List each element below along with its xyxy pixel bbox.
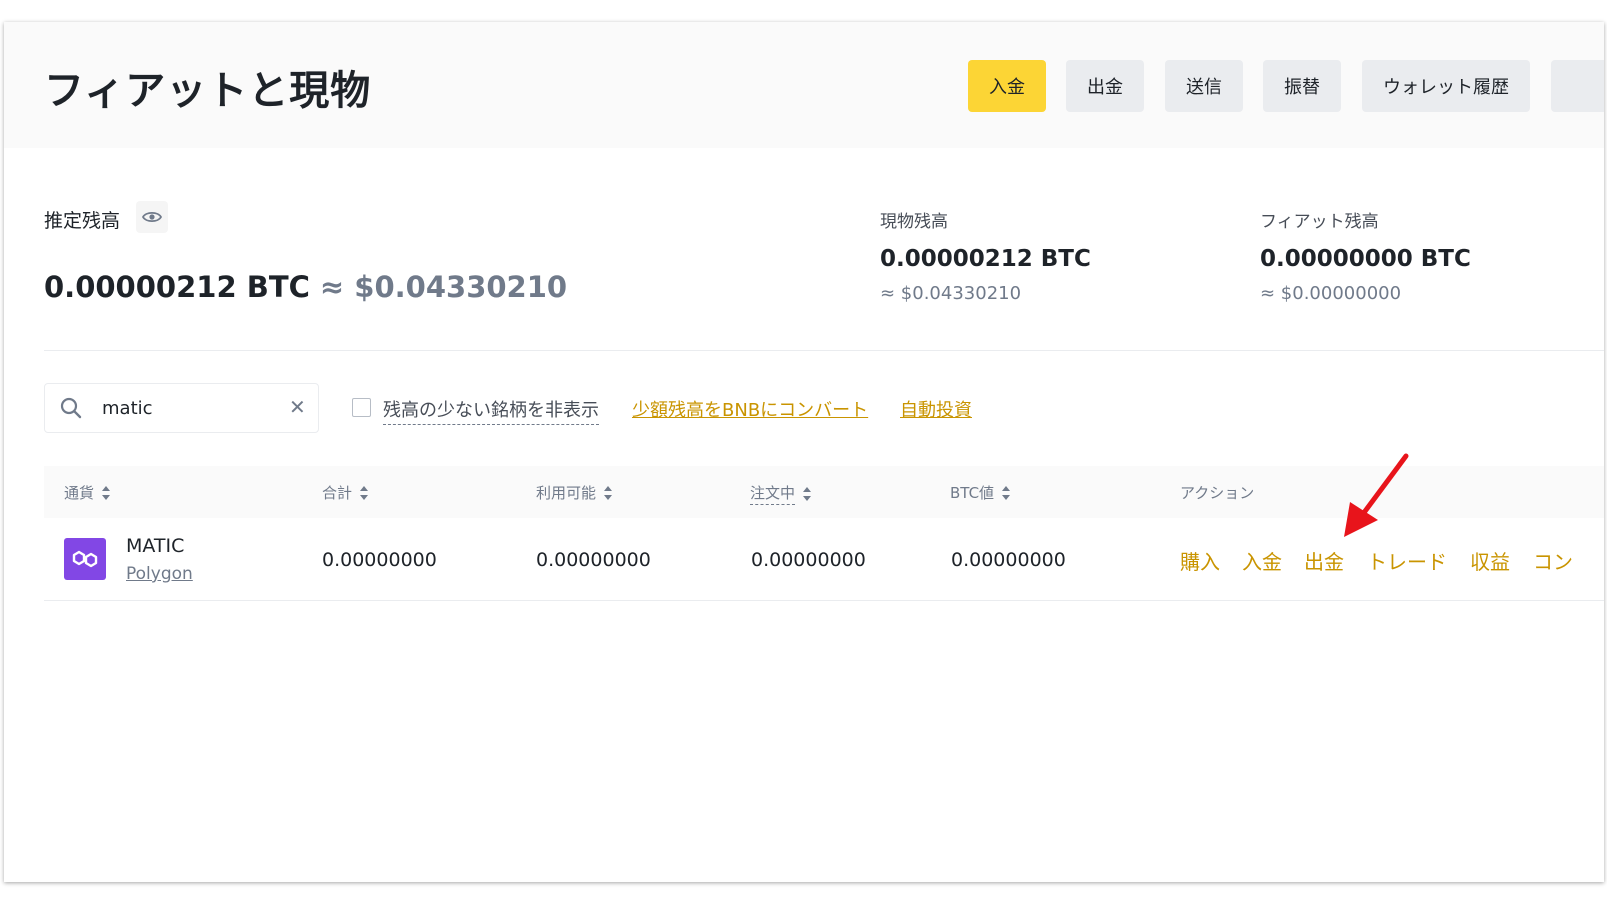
column-in-order-label: 注文中 (750, 482, 796, 505)
eye-icon (142, 211, 162, 223)
toggle-visibility-button[interactable] (136, 201, 168, 233)
in-order-cell: 0.00000000 (751, 549, 866, 571)
action-buy[interactable]: 購入 (1180, 546, 1220, 575)
deposit-button[interactable]: 入金 (968, 60, 1046, 112)
hide-small-label[interactable]: 残高の少ない銘柄を非表示 (383, 396, 599, 425)
action-withdraw[interactable]: 出金 (1304, 546, 1344, 575)
coin-symbol: MATIC (126, 535, 185, 557)
sort-icon (1002, 485, 1011, 500)
wallet-page: フィアットと現物 入金 出金 送信 振替 ウォレット履歴 推定残高 0.0000… (4, 22, 1604, 882)
spot-balance-label: 現物残高 (880, 212, 948, 232)
column-total-label: 合計 (322, 484, 353, 502)
sort-icon (102, 485, 111, 500)
search-icon (60, 397, 82, 419)
column-btc-value[interactable]: BTC値 (950, 482, 1011, 503)
available-cell: 0.00000000 (536, 549, 651, 571)
fiat-balance-btc: 0.00000000 BTC (1260, 246, 1471, 272)
coin-name-link[interactable]: Polygon (126, 564, 193, 584)
transfer-button[interactable]: 振替 (1263, 60, 1341, 112)
withdraw-button[interactable]: 出金 (1066, 60, 1144, 112)
search-field[interactable]: matic ✕ (44, 383, 319, 433)
column-in-order[interactable]: 注文中 (750, 482, 812, 505)
convert-to-bnb-link[interactable]: 少額残高をBNBにコンバート (632, 396, 868, 422)
page-header: フィアットと現物 入金 出金 送信 振替 ウォレット履歴 (4, 22, 1604, 148)
section-divider (44, 350, 1604, 351)
action-deposit[interactable]: 入金 (1242, 546, 1282, 575)
column-currency-label: 通貨 (64, 484, 95, 502)
column-actions: アクション (1180, 482, 1254, 503)
estimated-balance-label: 推定残高 (44, 210, 121, 232)
estimated-usd: ≈ $0.04330210 (319, 270, 568, 304)
polygon-logo-icon (64, 538, 106, 580)
wallet-history-button[interactable]: ウォレット履歴 (1362, 60, 1530, 112)
hide-small-checkbox[interactable] (352, 398, 371, 417)
clear-icon[interactable]: ✕ (289, 395, 306, 419)
action-earn[interactable]: 収益 (1470, 546, 1510, 575)
total-cell: 0.00000000 (322, 549, 437, 571)
send-button[interactable]: 送信 (1165, 60, 1243, 112)
sort-icon (604, 485, 613, 500)
column-available[interactable]: 利用可能 (536, 482, 613, 503)
column-currency[interactable]: 通貨 (64, 482, 111, 503)
more-header-button[interactable] (1551, 60, 1604, 112)
action-trade[interactable]: トレード (1367, 546, 1447, 575)
search-input[interactable]: matic (102, 398, 153, 419)
page-title: フィアットと現物 (44, 68, 372, 114)
sort-icon (803, 486, 812, 501)
estimated-btc: 0.00000212 BTC (44, 270, 310, 304)
column-total[interactable]: 合計 (322, 482, 369, 503)
action-convert[interactable]: コン (1533, 546, 1573, 575)
auto-invest-link[interactable]: 自動投資 (900, 396, 972, 422)
spot-balance-usd: ≈ $0.04330210 (880, 283, 1022, 304)
polygon-icon (72, 550, 98, 568)
column-actions-label: アクション (1180, 484, 1255, 502)
sort-icon (360, 485, 369, 500)
column-available-label: 利用可能 (536, 484, 597, 502)
column-btc-value-label: BTC値 (950, 484, 995, 502)
btc-value-cell: 0.00000000 (951, 549, 1066, 571)
estimated-balance-value: 0.00000212 BTC ≈ $0.04330210 (44, 270, 567, 304)
fiat-balance-label: フィアット残高 (1260, 212, 1379, 232)
fiat-balance-usd: ≈ $0.00000000 (1260, 283, 1402, 304)
annotation-arrow-icon (1344, 453, 1409, 537)
spot-balance-btc: 0.00000212 BTC (880, 246, 1091, 272)
